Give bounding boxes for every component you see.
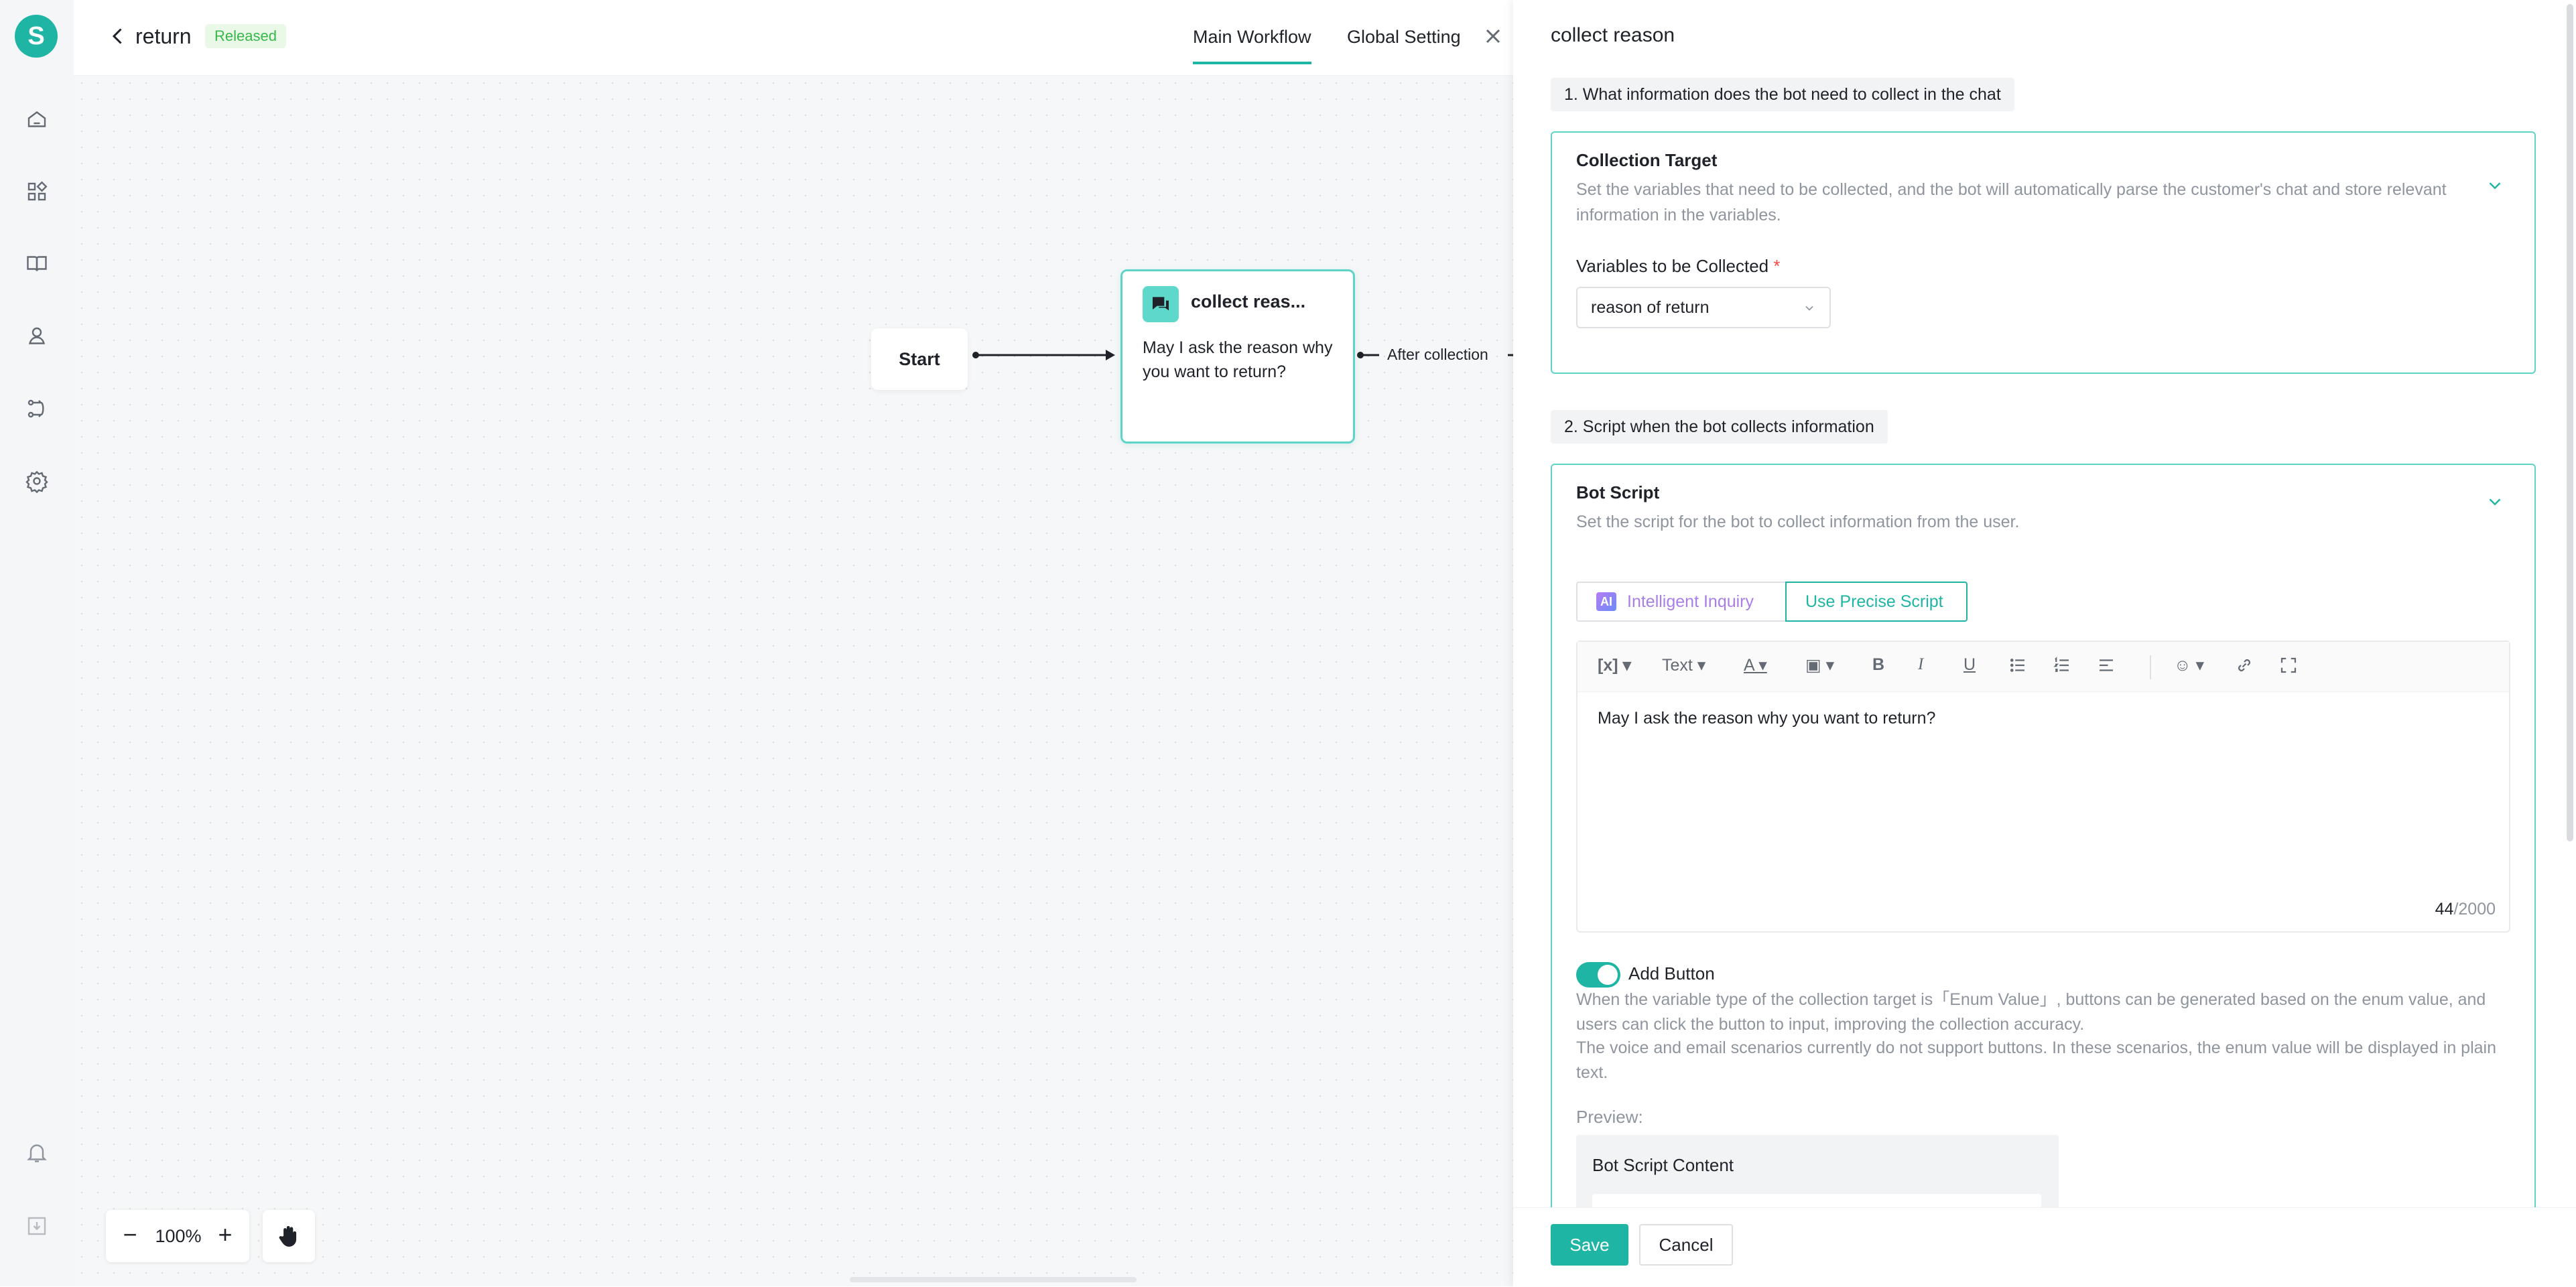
variables-label: Variables to be Collected *	[1576, 256, 1781, 276]
fullscreen-icon[interactable]	[2278, 655, 2299, 680]
panel-title: collect reason	[1551, 24, 1675, 46]
collect-node[interactable]: collect reas... May I ask the reason why…	[1120, 269, 1355, 444]
settings-icon[interactable]	[23, 468, 50, 494]
align-icon[interactable]	[2096, 655, 2116, 680]
bullet-list-icon[interactable]	[2008, 655, 2028, 680]
preview-box: Bot Script Content	[1576, 1135, 2059, 1221]
emoji-icon[interactable]: ☺ ▾	[2174, 655, 2204, 675]
chevron-down-icon[interactable]	[2485, 176, 2505, 196]
preview-label: Preview:	[1576, 1107, 1643, 1127]
app-logo[interactable]: S	[15, 15, 58, 58]
tab-main-workflow[interactable]: Main Workflow	[1193, 27, 1311, 64]
char-counter: 44/2000	[2435, 900, 2496, 919]
workflow-icon[interactable]	[23, 395, 50, 422]
home-icon[interactable]	[23, 106, 50, 133]
intelligent-inquiry-button[interactable]: AI Intelligent Inquiry	[1576, 582, 1788, 622]
bold-icon[interactable]: B	[1872, 655, 1884, 675]
section-1-label: 1. What information does the bot need to…	[1551, 78, 2014, 111]
download-icon[interactable]	[23, 1213, 50, 1239]
editor-toolbar: [x] ▾ Text ▾ A ▾ ▣ ▾ B I U ☺ ▾	[1577, 642, 2509, 692]
toolbar-divider	[2150, 655, 2151, 679]
variables-select-value: reason of return	[1591, 298, 1710, 317]
panel-scrollbar[interactable]	[2567, 4, 2573, 841]
book-icon[interactable]	[23, 251, 50, 277]
cancel-button[interactable]: Cancel	[1639, 1224, 1733, 1266]
bot-icon[interactable]	[23, 323, 50, 350]
chat-icon	[1143, 286, 1179, 322]
hand-tool-button[interactable]	[263, 1210, 315, 1262]
hand-icon	[279, 1225, 297, 1247]
text-style-dropdown[interactable]: Text ▾	[1662, 655, 1705, 675]
edge-label-after-collection: After collection	[1387, 346, 1488, 363]
bot-script-title: Bot Script	[1576, 482, 1660, 502]
collection-target-title: Collection Target	[1576, 150, 1718, 170]
italic-icon[interactable]: I	[1918, 655, 1923, 674]
close-icon[interactable]	[1481, 24, 1505, 48]
bell-icon[interactable]	[23, 1139, 50, 1166]
variable-insert-icon[interactable]: [x] ▾	[1598, 655, 1631, 675]
status-badge: Released	[205, 24, 286, 48]
script-editor[interactable]: [x] ▾ Text ▾ A ▾ ▣ ▾ B I U ☺ ▾ May I ask…	[1576, 640, 2510, 933]
left-rail: S	[0, 0, 74, 1286]
canvas-scrollbar[interactable]	[850, 1277, 1137, 1282]
link-icon[interactable]	[2234, 655, 2254, 680]
node-settings-panel: collect reason 1. What information does …	[1513, 0, 2576, 1287]
bot-script-desc: Set the script for the bot to collect in…	[1576, 513, 2020, 531]
variables-select[interactable]: reason of return	[1576, 287, 1831, 328]
zoom-in-button[interactable]: +	[210, 1221, 240, 1250]
back-icon[interactable]	[106, 24, 130, 48]
collect-node-body: May I ask the reason why you want to ret…	[1143, 338, 1333, 381]
tab-global-setting[interactable]: Global Setting	[1347, 27, 1461, 48]
section-2-label: 2. Script when the bot collects informat…	[1551, 410, 1888, 444]
collection-target-desc: Set the variables that need to be collec…	[1576, 180, 2447, 224]
font-color-icon[interactable]: A ▾	[1744, 655, 1767, 675]
add-button-toggle[interactable]	[1576, 962, 1620, 988]
highlight-icon[interactable]: ▣ ▾	[1805, 655, 1834, 675]
add-button-note-2: The voice and email scenarios currently …	[1576, 1038, 2496, 1082]
chevron-down-icon[interactable]	[2485, 492, 2505, 512]
chevron-down-icon	[1803, 301, 1816, 315]
editor-content[interactable]: May I ask the reason why you want to ret…	[1598, 709, 1935, 728]
workflow-title: return	[135, 24, 192, 48]
add-button-label: Add Button	[1628, 963, 1715, 984]
ai-icon: AI	[1596, 592, 1616, 611]
zoom-out-button[interactable]: −	[115, 1221, 145, 1250]
save-button[interactable]: Save	[1551, 1224, 1628, 1266]
collection-target-card: Collection Target Set the variables that…	[1551, 131, 2536, 374]
zoom-level: 100%	[155, 1226, 202, 1246]
numbered-list-icon[interactable]	[2052, 655, 2072, 680]
top-bar: return Released Main Workflow Global Set…	[74, 0, 1513, 76]
collect-node-title: collect reas...	[1191, 291, 1306, 312]
preview-title: Bot Script Content	[1592, 1155, 1734, 1175]
bot-script-card: Bot Script Set the script for the bot to…	[1551, 464, 2536, 1221]
apps-icon[interactable]	[23, 178, 50, 205]
zoom-control: − 100% +	[106, 1210, 249, 1262]
precise-script-button[interactable]: Use Precise Script	[1785, 582, 1968, 622]
workflow-canvas[interactable]	[74, 75, 1513, 1286]
underline-icon[interactable]: U	[1963, 655, 1976, 675]
add-button-note-1: When the variable type of the collection…	[1576, 990, 2486, 1034]
start-node[interactable]: Start	[871, 328, 968, 390]
panel-footer: Save Cancel	[1513, 1207, 2576, 1287]
